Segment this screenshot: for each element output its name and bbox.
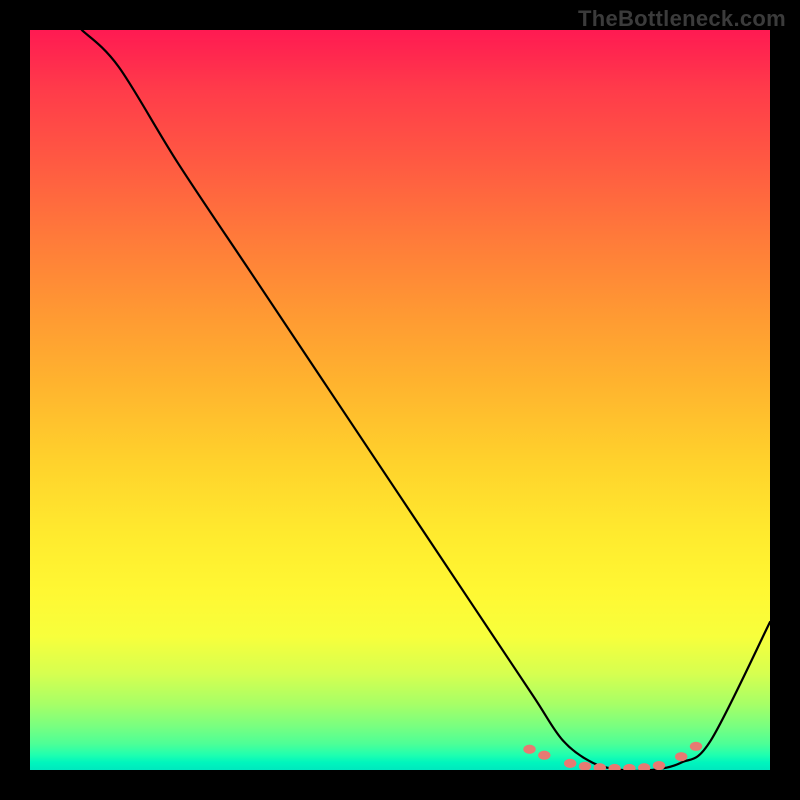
- marker-dot: [564, 759, 576, 768]
- watermark-text: TheBottleneck.com: [578, 6, 786, 32]
- bottleneck-curve-line: [82, 30, 770, 770]
- chart-plot-area: [30, 30, 770, 770]
- marker-dot: [675, 752, 687, 761]
- marker-dot: [638, 763, 650, 770]
- marker-dot: [523, 745, 535, 754]
- marker-dot: [538, 751, 550, 760]
- chart-svg: [30, 30, 770, 770]
- marker-dot: [623, 764, 635, 770]
- marker-dot: [608, 764, 620, 770]
- marker-dot: [579, 762, 591, 770]
- marker-dot: [690, 742, 702, 751]
- marker-dot: [653, 761, 665, 770]
